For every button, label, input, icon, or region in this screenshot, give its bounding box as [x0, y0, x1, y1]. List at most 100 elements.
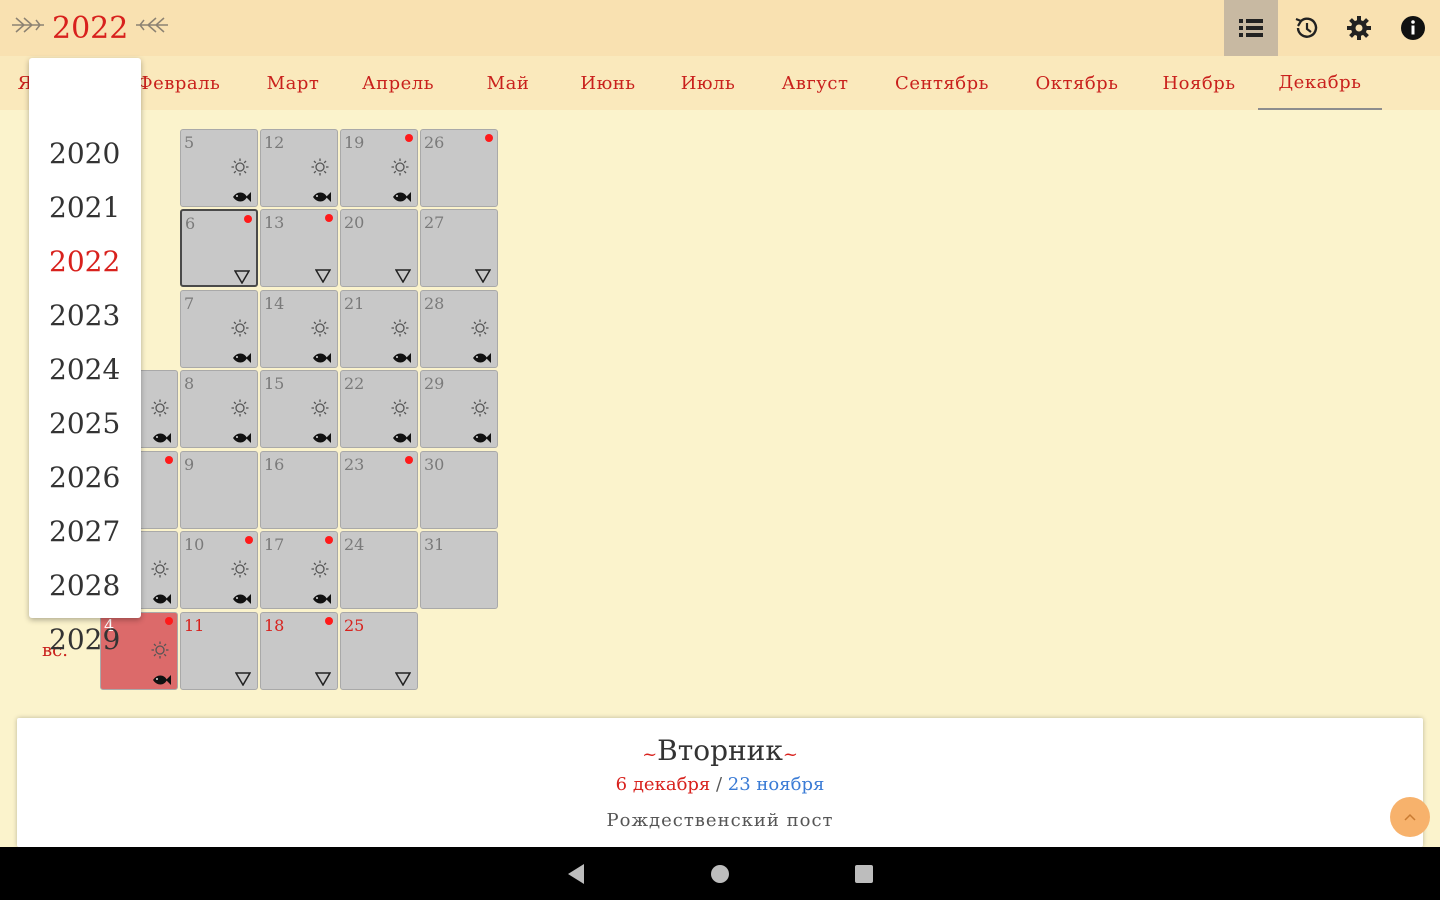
- calendar-day-cell[interactable]: 12: [260, 129, 338, 207]
- calendar-day-cell[interactable]: 27: [420, 209, 498, 287]
- tab-july[interactable]: Июль: [666, 56, 750, 110]
- calendar-day-cell[interactable]: 23: [340, 451, 418, 529]
- holiday-dot-icon: [405, 134, 413, 142]
- day-details-panel: ~Вторник~ 6 декабря / 23 ноября Рождеств…: [17, 718, 1423, 847]
- tab-may[interactable]: Май: [468, 56, 548, 110]
- calendar-day-cell-today[interactable]: 6: [180, 209, 258, 287]
- scroll-up-button[interactable]: [1390, 797, 1430, 837]
- settings-button[interactable]: [1332, 0, 1386, 56]
- month-tabs: Я Февраль Март Апрель Май Июнь Июль Авгу…: [0, 56, 1440, 110]
- triangle-icon: [234, 671, 252, 687]
- fish-icon: [311, 188, 331, 202]
- history-icon: [1295, 17, 1318, 38]
- chevron-up-icon: [1404, 813, 1416, 821]
- calendar-day-cell[interactable]: 8: [180, 370, 258, 448]
- sun-icon: [231, 319, 249, 337]
- year-option[interactable]: 2021: [29, 180, 141, 234]
- list-view-button[interactable]: [1224, 0, 1278, 56]
- calendar-day-cell[interactable]: 5: [180, 129, 258, 207]
- calendar-day-cell[interactable]: 19: [340, 129, 418, 207]
- day-number: 30: [424, 455, 445, 474]
- calendar-day-cell[interactable]: 16: [260, 451, 338, 529]
- tab-october[interactable]: Октябрь: [1020, 56, 1134, 110]
- calendar-day-cell[interactable]: 20: [340, 209, 418, 287]
- day-number: 25: [344, 616, 365, 635]
- calendar-day-cell[interactable]: 15: [260, 370, 338, 448]
- day-number: 29: [424, 374, 445, 393]
- sun-icon: [231, 399, 249, 417]
- info-button[interactable]: [1386, 0, 1440, 56]
- day-number: 12: [264, 133, 285, 152]
- date-new-style[interactable]: 6 декабря: [616, 774, 711, 795]
- app-bar: 2022: [0, 0, 1440, 56]
- year-selector[interactable]: 2022: [10, 6, 170, 50]
- day-number: 31: [424, 535, 445, 554]
- day-number: 26: [424, 133, 445, 152]
- system-nav-bar: [0, 847, 1440, 900]
- year-option[interactable]: 2026: [29, 450, 141, 504]
- day-number: 6: [185, 214, 196, 233]
- triangle-icon: [314, 671, 332, 687]
- fish-icon: [231, 429, 251, 443]
- calendar-day-cell[interactable]: 26: [420, 129, 498, 207]
- calendar-day-cell[interactable]: 18: [260, 612, 338, 690]
- calendar-day-cell[interactable]: 31: [420, 531, 498, 609]
- year-option[interactable]: 2023: [29, 288, 141, 342]
- calendar-day-cell[interactable]: 28: [420, 290, 498, 368]
- history-button[interactable]: [1279, 0, 1333, 56]
- calendar-day-cell[interactable]: 13: [260, 209, 338, 287]
- calendar-day-cell[interactable]: 11: [180, 612, 258, 690]
- day-number: 19: [344, 133, 365, 152]
- holiday-dot-icon: [165, 456, 173, 464]
- tab-april[interactable]: Апрель: [348, 56, 448, 110]
- recents-button[interactable]: [851, 861, 877, 887]
- tab-november[interactable]: Ноябрь: [1150, 56, 1248, 110]
- weekday-label: Вторник: [657, 734, 783, 767]
- year-option[interactable]: 2024: [29, 342, 141, 396]
- year-option[interactable]: 2022: [29, 234, 141, 288]
- tab-march[interactable]: Март: [248, 56, 338, 110]
- list-icon: [1239, 19, 1263, 37]
- day-number: 24: [344, 535, 365, 554]
- date-old-style[interactable]: 23 ноября: [728, 774, 825, 795]
- year-option[interactable]: 2020: [29, 126, 141, 180]
- info-icon: [1401, 16, 1425, 40]
- year-option[interactable]: 2025: [29, 396, 141, 450]
- holiday-dot-icon: [244, 215, 252, 223]
- calendar-day-cell[interactable]: 14: [260, 290, 338, 368]
- calendar-day-cell[interactable]: 24: [340, 531, 418, 609]
- day-number: 27: [424, 213, 445, 232]
- calendar-day-cell[interactable]: 9: [180, 451, 258, 529]
- calendar-day-cell[interactable]: 29: [420, 370, 498, 448]
- calendar-day-cell[interactable]: 10: [180, 531, 258, 609]
- day-number: 17: [264, 535, 285, 554]
- tab-december[interactable]: Декабрь: [1258, 56, 1382, 110]
- calendar-day-cell[interactable]: 7: [180, 290, 258, 368]
- calendar-day-cell[interactable]: 21: [340, 290, 418, 368]
- fish-icon: [231, 590, 251, 604]
- holiday-dot-icon: [245, 536, 253, 544]
- tab-september[interactable]: Сентябрь: [880, 56, 1004, 110]
- sun-icon: [231, 158, 249, 176]
- holiday-dot-icon: [325, 214, 333, 222]
- calendar-day-cell[interactable]: 17: [260, 531, 338, 609]
- home-button[interactable]: [707, 861, 733, 887]
- holiday-dot-icon: [485, 134, 493, 142]
- fish-icon: [311, 590, 331, 604]
- back-button[interactable]: [563, 861, 589, 887]
- calendar-day-cell[interactable]: 30: [420, 451, 498, 529]
- calendar-day-cell[interactable]: 22: [340, 370, 418, 448]
- tab-june[interactable]: Июнь: [566, 56, 650, 110]
- year-option[interactable]: 2029: [29, 612, 141, 666]
- holiday-dot-icon: [325, 617, 333, 625]
- year-option[interactable]: 2028: [29, 558, 141, 612]
- holiday-dot-icon: [405, 456, 413, 464]
- tab-august[interactable]: Август: [764, 56, 866, 110]
- fish-icon: [391, 349, 411, 363]
- year-option[interactable]: 2027: [29, 504, 141, 558]
- calendar-day-cell[interactable]: 25: [340, 612, 418, 690]
- ornament-right-icon: ~: [782, 744, 798, 765]
- sun-icon: [151, 560, 169, 578]
- day-number: 8: [184, 374, 195, 393]
- fish-icon: [471, 429, 491, 443]
